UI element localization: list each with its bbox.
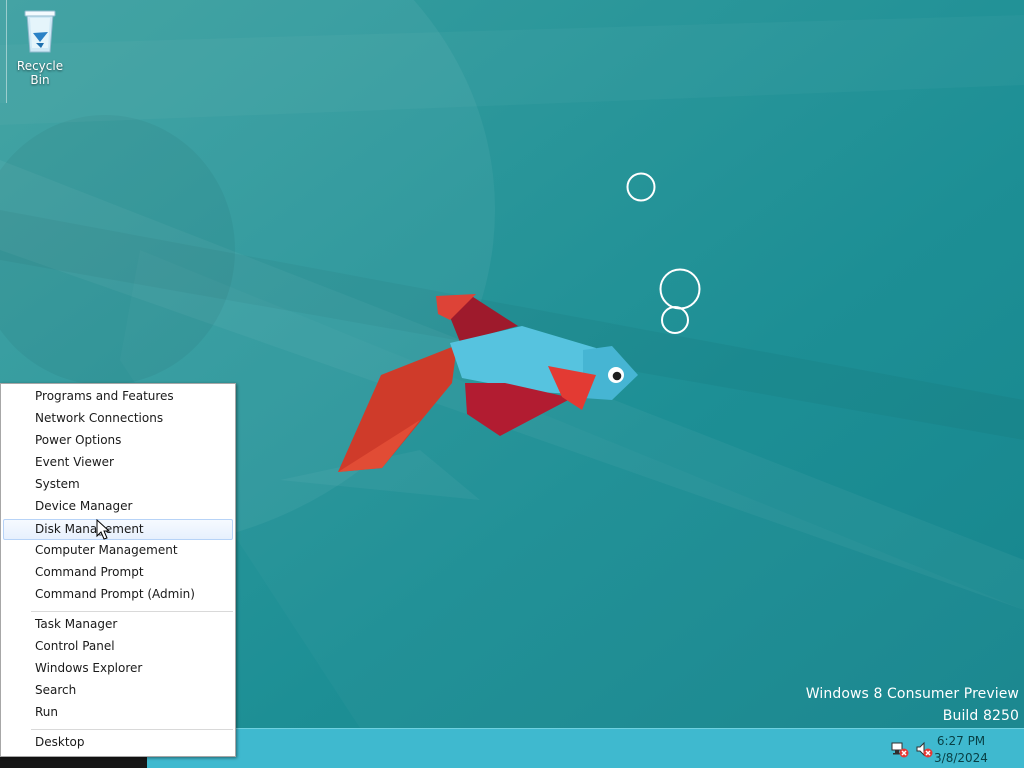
watermark-line-edition: Windows 8 Consumer Preview <box>805 686 1019 702</box>
watermark-line-build: Build 8250 <box>942 708 1019 724</box>
clock-time: 6:27 PM <box>936 734 986 748</box>
recycle-bin-icon <box>24 10 56 53</box>
menu-item-task-manager[interactable]: Task Manager <box>3 615 233 636</box>
network-error-icon[interactable] <box>891 740 909 758</box>
menu-item-event-viewer[interactable]: Event Viewer <box>3 453 233 474</box>
menu-item-command-prompt-admin[interactable]: Command Prompt (Admin) <box>3 585 233 606</box>
clock-date: 3/8/2024 <box>934 751 988 765</box>
menu-separator <box>31 729 233 730</box>
menu-item-run[interactable]: Run <box>3 703 233 724</box>
menu-item-desktop[interactable]: Desktop <box>3 733 233 754</box>
mouse-pointer-icon <box>96 519 110 540</box>
menu-item-command-prompt[interactable]: Command Prompt <box>3 563 233 584</box>
menu-item-power-options[interactable]: Power Options <box>3 431 233 452</box>
menu-item-control-panel[interactable]: Control Panel <box>3 637 233 658</box>
windows-build-watermark: Windows 8 Consumer Preview Build 8250 <box>806 683 1019 727</box>
system-clock[interactable]: 6:27 PM 3/8/2024 <box>926 733 996 767</box>
menu-item-network-connections[interactable]: Network Connections <box>3 409 233 430</box>
recycle-bin-label: Recycle Bin <box>16 59 64 87</box>
recycle-bin-shortcut[interactable]: Recycle Bin <box>6 6 74 102</box>
menu-item-search[interactable]: Search <box>3 681 233 702</box>
menu-item-system[interactable]: System <box>3 475 233 496</box>
notification-area[interactable]: 6:27 PM 3/8/2024 <box>874 729 1024 768</box>
menu-item-device-manager[interactable]: Device Manager <box>3 497 233 518</box>
desktop[interactable]: Recycle Bin Windows 8 Consumer Preview B… <box>0 0 1024 768</box>
menu-item-disk-management[interactable]: Disk Management <box>3 519 233 540</box>
menu-separator <box>31 611 233 612</box>
menu-item-programs-and-features[interactable]: Programs and Features <box>3 387 233 408</box>
menu-item-computer-management[interactable]: Computer Management <box>3 541 233 562</box>
power-user-menu[interactable]: Programs and Features Network Connection… <box>0 383 236 757</box>
menu-item-windows-explorer[interactable]: Windows Explorer <box>3 659 233 680</box>
